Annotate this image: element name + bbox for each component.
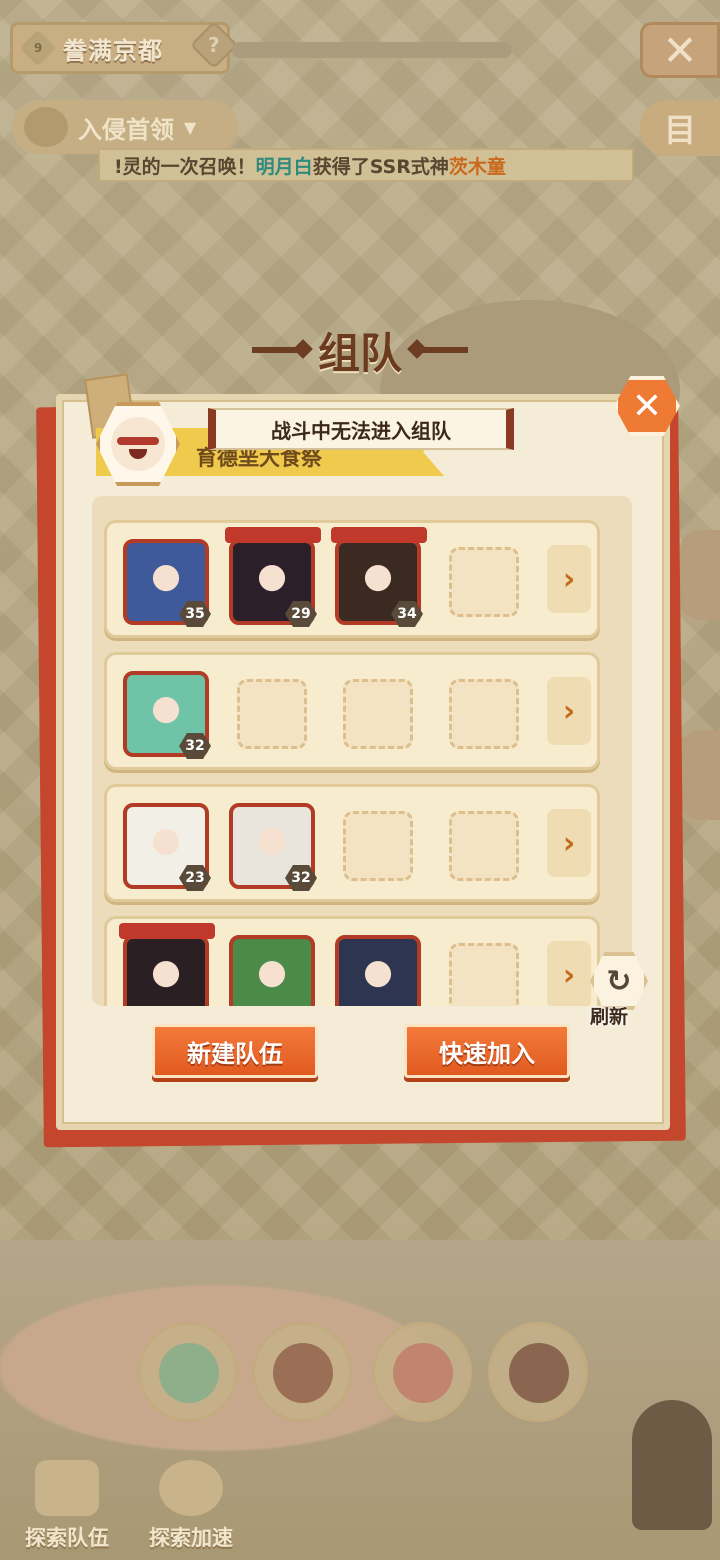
member-slot [119, 923, 215, 1006]
shikigami-portrait [339, 939, 417, 1006]
team-row[interactable]: 32 › [104, 652, 600, 770]
area-name: 誊满京都 [63, 36, 163, 65]
chevron-right-icon[interactable]: › [547, 941, 591, 1006]
refresh-label: 刷新 [590, 1006, 629, 1028]
refresh-button[interactable]: ↻ 刷新 [586, 952, 652, 1028]
announcement-ticker: !灵的一次召唤！ 明月白 获得了SSR式神 茨木童 [98, 148, 634, 182]
ticker-player: 明月白 [255, 155, 313, 178]
explore-speed-button[interactable]: 探索加速 [136, 1440, 246, 1560]
chevron-down-icon: ▼ [184, 117, 197, 137]
ticker-shikigami: 茨木童 [448, 155, 506, 178]
empty-slot [449, 547, 519, 617]
top-progress-bar [232, 42, 512, 58]
torii-frame-icon [331, 527, 427, 543]
chevron-right-icon[interactable]: › [547, 809, 591, 877]
panel-title: 组队 [240, 318, 480, 382]
empty-slot [449, 679, 519, 749]
explore-team-label: 探索队伍 [25, 1526, 109, 1550]
member-slot: 32 [123, 671, 211, 759]
member-slot: 34 [331, 527, 427, 627]
shikigami-bubble[interactable] [488, 1322, 588, 1422]
create-team-button[interactable]: 新建队伍 [152, 1024, 318, 1078]
ticker-middle: 获得了SSR式神 [312, 155, 449, 178]
member-slot [335, 935, 421, 1006]
chevron-right-icon[interactable]: › [547, 545, 591, 613]
ticker-prefix: !灵的一次召唤！ [114, 155, 256, 178]
team-row[interactable]: › [104, 916, 600, 1006]
shikigami-portrait [233, 939, 311, 1006]
empty-slot [449, 811, 519, 881]
boss-dropdown-label: 入侵首领 [78, 115, 174, 144]
menu-button[interactable]: 目 [640, 100, 720, 156]
level-badge: 9 [19, 29, 57, 67]
side-tab-city [680, 530, 720, 620]
member-slot: 23 [123, 803, 211, 891]
explore-team-button[interactable]: 探索队伍 [12, 1440, 122, 1560]
member-slot [229, 935, 315, 1006]
title-decoration-left [251, 347, 306, 353]
panel-title-text: 组队 [317, 328, 402, 378]
empty-slot [343, 811, 413, 881]
shikigami-portrait [127, 939, 205, 1006]
empty-slot [343, 679, 413, 749]
explore-speed-label: 探索加速 [149, 1526, 233, 1550]
speed-icon [159, 1460, 223, 1516]
close-icon[interactable]: ✕ [640, 22, 720, 78]
side-tab-extra [680, 730, 720, 820]
torii-frame-icon [119, 923, 215, 939]
team-icon [35, 1460, 99, 1516]
chevron-right-icon[interactable]: › [547, 677, 591, 745]
torii-frame-icon [225, 527, 321, 543]
title-decoration-right [414, 347, 468, 353]
member-slot: 35 [123, 539, 211, 627]
empty-slot [449, 943, 519, 1006]
shikigami-bubble[interactable] [252, 1322, 352, 1422]
boss-demon-icon [24, 107, 68, 147]
daruma-face-icon [111, 417, 165, 471]
shikigami-bubble[interactable] [138, 1322, 238, 1422]
mascot-bear [632, 1400, 712, 1530]
boss-dropdown[interactable]: 入侵首领 ▼ [12, 100, 238, 154]
empty-slot [237, 679, 307, 749]
quick-join-button[interactable]: 快速加入 [404, 1024, 570, 1078]
team-row[interactable]: 23 32 › [104, 784, 600, 902]
member-slot: 32 [229, 803, 317, 891]
team-row[interactable]: 35 29 34 › [104, 520, 600, 638]
shikigami-bubble[interactable] [372, 1322, 472, 1422]
team-list[interactable]: 35 29 34 › 32 › 23 32 › › [92, 496, 632, 1006]
member-slot: 29 [225, 527, 321, 627]
toast-message: 战斗中无法进入组队 [208, 408, 514, 450]
